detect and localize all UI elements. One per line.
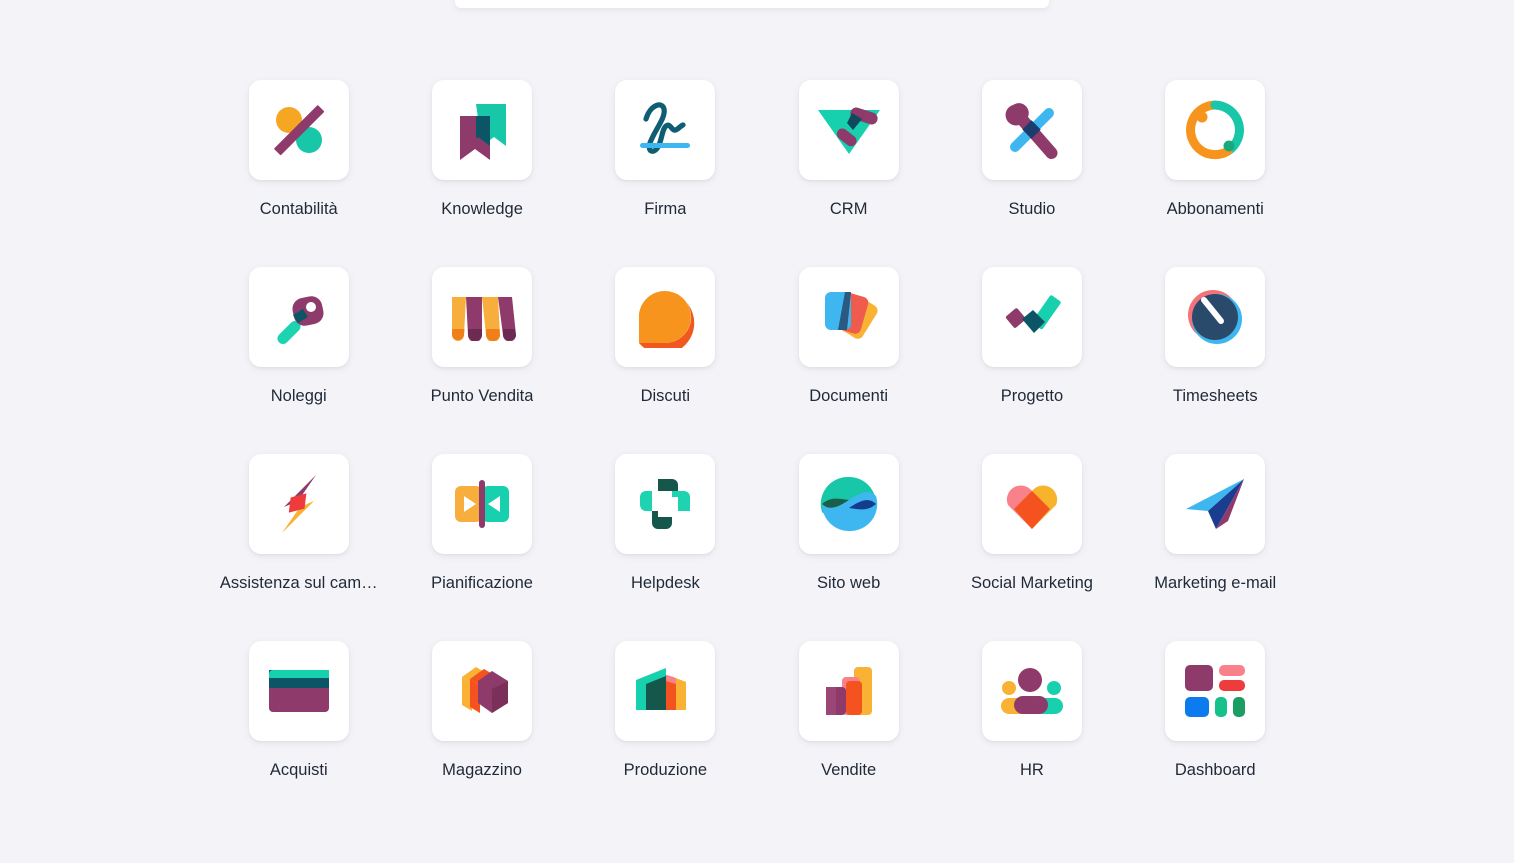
email-marketing-icon[interactable] xyxy=(1165,454,1266,554)
app-label: Assistenza sul cam… xyxy=(219,574,378,592)
app-label: Timesheets xyxy=(1172,387,1258,405)
app-tile[interactable]: Pianificazione xyxy=(390,454,573,641)
app-label: HR xyxy=(1020,761,1044,779)
app-label: Acquisti xyxy=(269,761,328,779)
app-tile[interactable]: Documenti xyxy=(757,267,940,454)
app-label: Magazzino xyxy=(442,761,522,779)
app-label: Sito web xyxy=(817,574,881,592)
app-label: Studio xyxy=(1008,200,1056,218)
apps-grid: Contabilità Knowledge Firma CRM Studio A… xyxy=(0,0,1514,828)
app-label: Knowledge xyxy=(441,200,523,218)
app-label: Pianificazione xyxy=(431,574,533,592)
planning-icon[interactable] xyxy=(432,454,533,554)
crm-icon[interactable] xyxy=(798,80,899,180)
purchase-icon[interactable] xyxy=(248,641,349,741)
app-tile[interactable]: Magazzino xyxy=(390,641,573,828)
rental-icon[interactable] xyxy=(248,267,349,367)
employees-icon[interactable] xyxy=(981,641,1082,741)
app-tile[interactable]: Studio xyxy=(940,80,1123,267)
inventory-icon[interactable] xyxy=(432,641,533,741)
helpdesk-icon[interactable] xyxy=(615,454,716,554)
field-service-icon[interactable] xyxy=(248,454,349,554)
app-tile[interactable]: Discuti xyxy=(574,267,757,454)
studio-icon[interactable] xyxy=(981,80,1082,180)
app-tile[interactable]: Knowledge xyxy=(390,80,573,267)
app-label: Progetto xyxy=(1000,387,1064,405)
app-tile[interactable]: Firma xyxy=(574,80,757,267)
website-icon[interactable] xyxy=(798,454,899,554)
app-tile[interactable]: CRM xyxy=(757,80,940,267)
app-tile[interactable]: Helpdesk xyxy=(574,454,757,641)
app-tile[interactable]: Social Marketing xyxy=(940,454,1123,641)
app-label: Contabilità xyxy=(259,200,338,218)
app-label: Documenti xyxy=(809,387,889,405)
app-label: Vendite xyxy=(821,761,877,779)
app-label: Abbonamenti xyxy=(1166,200,1264,218)
manufacturing-icon[interactable] xyxy=(615,641,716,741)
app-label: CRM xyxy=(829,200,868,218)
app-label: Firma xyxy=(644,200,687,218)
point-of-sale-icon[interactable] xyxy=(432,267,533,367)
app-tile[interactable]: Acquisti xyxy=(207,641,390,828)
app-tile[interactable]: HR xyxy=(940,641,1123,828)
discuss-icon[interactable] xyxy=(615,267,716,367)
sign-icon[interactable] xyxy=(615,80,716,180)
app-tile[interactable]: Contabilità xyxy=(207,80,390,267)
subscriptions-icon[interactable] xyxy=(1165,80,1266,180)
app-tile[interactable]: Abbonamenti xyxy=(1124,80,1307,267)
documents-icon[interactable] xyxy=(798,267,899,367)
app-label: Dashboard xyxy=(1174,761,1256,779)
app-label: Social Marketing xyxy=(970,574,1093,592)
accounting-icon[interactable] xyxy=(248,80,349,180)
app-tile[interactable]: Sito web xyxy=(757,454,940,641)
app-tile[interactable]: Dashboard xyxy=(1124,641,1307,828)
app-tile[interactable]: Assistenza sul cam… xyxy=(207,454,390,641)
timesheets-icon[interactable] xyxy=(1165,267,1266,367)
app-label: Punto Vendita xyxy=(430,387,534,405)
app-label: Marketing e-mail xyxy=(1154,574,1277,592)
app-tile[interactable]: Noleggi xyxy=(207,267,390,454)
social-marketing-icon[interactable] xyxy=(981,454,1082,554)
app-tile[interactable]: Timesheets xyxy=(1124,267,1307,454)
project-icon[interactable] xyxy=(981,267,1082,367)
app-tile[interactable]: Progetto xyxy=(940,267,1123,454)
app-tile[interactable]: Produzione xyxy=(574,641,757,828)
dashboard-icon[interactable] xyxy=(1165,641,1266,741)
app-label: Produzione xyxy=(623,761,708,779)
knowledge-icon[interactable] xyxy=(432,80,533,180)
app-label: Helpdesk xyxy=(630,574,700,592)
app-tile[interactable]: Marketing e-mail xyxy=(1124,454,1307,641)
app-label: Discuti xyxy=(640,387,691,405)
sales-icon[interactable] xyxy=(798,641,899,741)
app-tile[interactable]: Vendite xyxy=(757,641,940,828)
app-tile[interactable]: Punto Vendita xyxy=(390,267,573,454)
app-label: Noleggi xyxy=(270,387,327,405)
